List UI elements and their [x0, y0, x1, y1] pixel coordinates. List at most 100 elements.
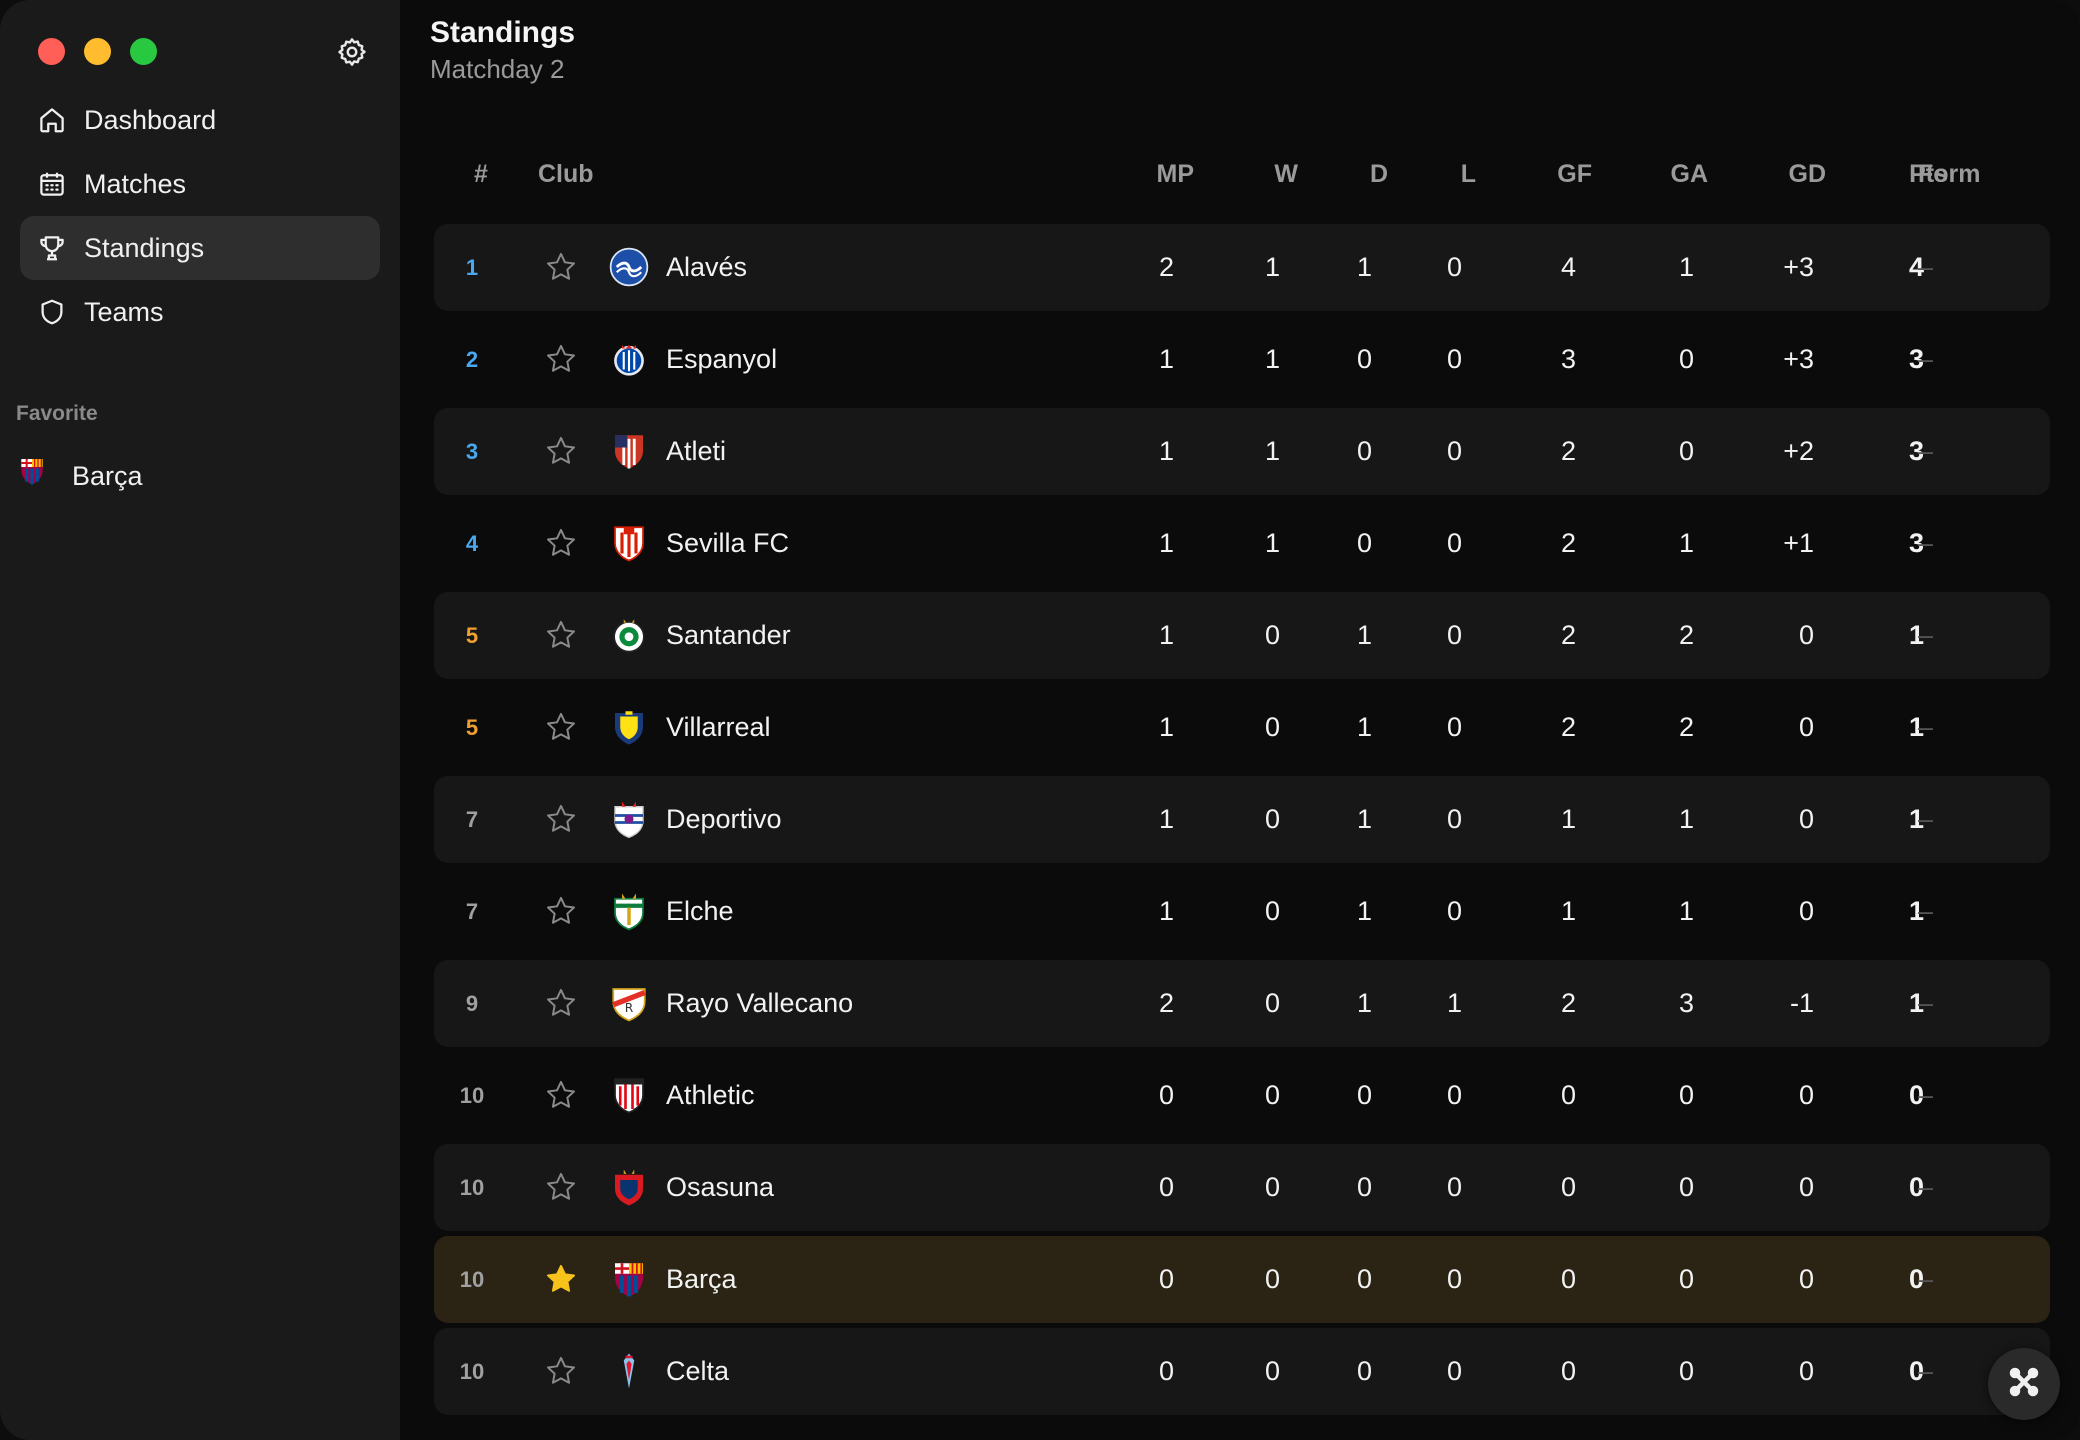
favorite-star-icon[interactable]: [544, 986, 578, 1020]
favorite-star-icon[interactable]: [544, 342, 578, 376]
favorite-star-icon[interactable]: [544, 710, 578, 744]
gd-cell: -1: [1789, 988, 1814, 1018]
table-row[interactable]: 2 Espanyol 1 1 0 0 3 0 +3 3–: [434, 316, 2050, 403]
zoom-window-button[interactable]: [130, 38, 157, 65]
sidebar-item-label: Teams: [84, 296, 164, 327]
app-window: Dashboard Matches Standings Teams Favori…: [0, 0, 2080, 1440]
sidebar-item-matches[interactable]: Matches: [20, 152, 380, 216]
gd-cell: 0: [1798, 1356, 1814, 1386]
gear-icon[interactable]: [336, 36, 368, 68]
club-name[interactable]: Rayo Vallecano: [666, 960, 853, 1047]
d-cell: 1: [1356, 252, 1372, 282]
club-name[interactable]: Atleti: [666, 408, 726, 495]
floating-action-button[interactable]: [1988, 1348, 2060, 1420]
club-name[interactable]: Espanyol: [666, 316, 777, 403]
home-icon: [36, 104, 68, 136]
d-cell: 0: [1356, 1264, 1372, 1294]
mp-cell: 2: [1158, 252, 1174, 282]
col-mp[interactable]: MP: [1114, 160, 1195, 189]
club-name[interactable]: Villarreal: [666, 684, 771, 771]
favorite-star-icon[interactable]: [544, 250, 578, 284]
col-l[interactable]: L: [1396, 160, 1476, 189]
col-gf[interactable]: GF: [1512, 160, 1592, 189]
favorite-star-icon[interactable]: [544, 1078, 578, 1112]
favorite-star-icon[interactable]: [544, 618, 578, 652]
minimize-window-button[interactable]: [84, 38, 111, 65]
gd-cell: +3: [1783, 344, 1814, 374]
rank-cell: 4: [465, 531, 479, 556]
favorite-star-icon[interactable]: [544, 1170, 578, 1204]
sevilla-fc-crest-icon: [608, 522, 650, 564]
table-row[interactable]: 10 Athletic 0 0 0 0 0 0 0 0–: [434, 1052, 2050, 1139]
close-window-button[interactable]: [38, 38, 65, 65]
gf-cell: 0: [1560, 1264, 1576, 1294]
table-row[interactable]: 5 Villarreal 1 0 1 0 2 2 0 1–: [434, 684, 2050, 771]
pts-cell: 1: [1908, 988, 1924, 1018]
table-row[interactable]: 5 Santander 1 0 1 0 2 2 0 1–: [434, 592, 2050, 679]
l-cell: 1: [1446, 988, 1462, 1018]
d-cell: 0: [1356, 1172, 1372, 1202]
club-name[interactable]: Elche: [666, 868, 734, 955]
club-name[interactable]: Barça: [666, 1236, 737, 1323]
club-name[interactable]: Osasuna: [666, 1144, 774, 1231]
club-name[interactable]: Deportivo: [666, 776, 782, 863]
barca-crest-icon: [16, 455, 58, 497]
ga-cell: 0: [1678, 436, 1694, 466]
col-w[interactable]: W: [1218, 160, 1298, 189]
athletic-crest-icon: [608, 1074, 650, 1116]
club-name[interactable]: Alavés: [666, 224, 747, 311]
club-name[interactable]: Celta: [666, 1328, 729, 1415]
mp-cell: 0: [1158, 1264, 1174, 1294]
pts-cell: 3: [1908, 528, 1924, 558]
w-cell: 1: [1264, 252, 1280, 282]
table-row[interactable]: 10 Barça 0 0 0 0 0 0 0 0–: [434, 1236, 2050, 1323]
club-name[interactable]: Sevilla FC: [666, 500, 789, 587]
gf-cell: 2: [1560, 988, 1576, 1018]
celta-crest-icon: [608, 1350, 650, 1392]
ga-cell: 0: [1678, 344, 1694, 374]
favorite-star-icon[interactable]: [544, 1354, 578, 1388]
w-cell: 0: [1264, 1356, 1280, 1386]
sidebar-item-dashboard[interactable]: Dashboard: [20, 88, 380, 152]
favorite-item-barca[interactable]: Barça: [16, 455, 143, 497]
w-cell: 0: [1264, 988, 1280, 1018]
favorite-star-icon[interactable]: [544, 1262, 578, 1296]
table-row[interactable]: 7 Elche 1 0 1 0 1 1 0 1–: [434, 868, 2050, 955]
favorite-star-icon[interactable]: [544, 802, 578, 836]
table-row[interactable]: 4 Sevilla FC 1 1 0 0 2 1 +1 3–: [434, 500, 2050, 587]
col-club[interactable]: Club: [538, 160, 594, 189]
table-row[interactable]: 10 Osasuna 0 0 0 0 0 0 0 0–: [434, 1144, 2050, 1231]
favorite-star-icon[interactable]: [544, 434, 578, 468]
l-cell: 0: [1446, 436, 1462, 466]
favorite-star-icon[interactable]: [544, 894, 578, 928]
pts-cell: 0: [1908, 1080, 1924, 1110]
club-name[interactable]: Athletic: [666, 1052, 755, 1139]
sidebar-item-label: Dashboard: [84, 104, 217, 135]
col-ga[interactable]: GA: [1628, 160, 1709, 189]
deportivo-crest-icon: [608, 798, 650, 840]
gd-cell: 0: [1798, 1080, 1814, 1110]
sidebar-item-teams[interactable]: Teams: [20, 280, 380, 344]
mp-cell: 0: [1158, 1356, 1174, 1386]
table-row[interactable]: 9 R Rayo Vallecano 2 0 1 1 2 3 -1 1–: [434, 960, 2050, 1047]
form-cell: –: [1918, 1080, 1934, 1110]
d-cell: 1: [1356, 620, 1372, 650]
sidebar-item-standings[interactable]: Standings: [20, 216, 380, 280]
ga-cell: 3: [1678, 988, 1694, 1018]
d-cell: 1: [1356, 712, 1372, 742]
club-name[interactable]: Santander: [666, 592, 791, 679]
elche-crest-icon: [608, 890, 650, 932]
gf-cell: 2: [1560, 436, 1576, 466]
form-cell: –: [1918, 988, 1934, 1018]
rank-cell: 5: [465, 623, 479, 648]
col-d[interactable]: D: [1308, 160, 1388, 189]
col-rank: #: [474, 160, 488, 188]
table-row[interactable]: 10 Celta 0 0 0 0 0 0 0 0–: [434, 1328, 2050, 1415]
favorite-star-icon[interactable]: [544, 526, 578, 560]
table-row[interactable]: 7 Deportivo 1 0 1 0 1 1 0 1–: [434, 776, 2050, 863]
col-gd[interactable]: GD: [1746, 160, 1827, 189]
table-row[interactable]: 3 Atleti 1 1 0 0 2 0 +2 3–: [434, 408, 2050, 495]
table-row[interactable]: 1 Alavés 2 1 1 0 4 1 +3 4–: [434, 224, 2050, 311]
espanyol-crest-icon: [608, 338, 650, 380]
gf-cell: 1: [1560, 804, 1576, 834]
